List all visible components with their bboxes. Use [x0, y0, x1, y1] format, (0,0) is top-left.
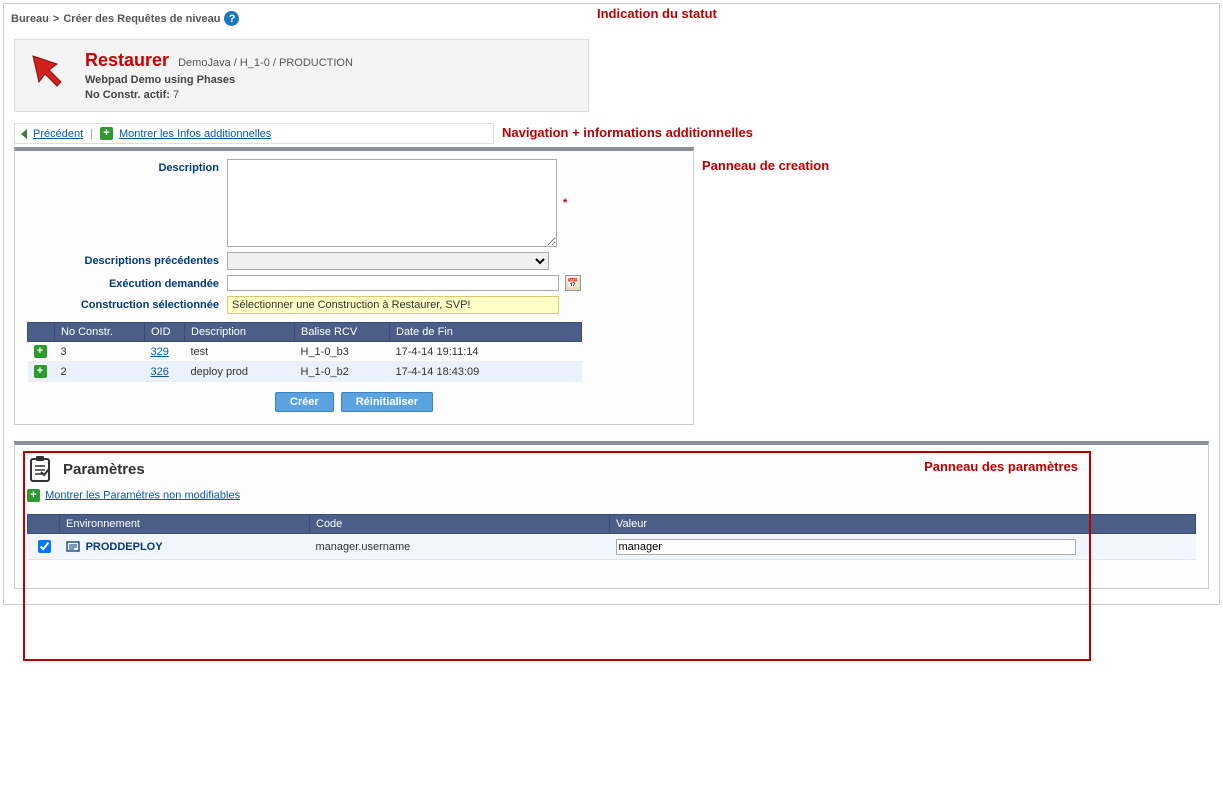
cell-no: 3	[55, 342, 145, 362]
cell-oid-link[interactable]: 326	[151, 366, 169, 378]
page-frame: Bureau > Créer des Requêtes de niveau ? …	[3, 3, 1220, 605]
annotation-creation: Panneau de creation	[694, 158, 829, 173]
restore-arrow-icon	[27, 50, 67, 90]
breadcrumb-part2: Créer des Requêtes de niveau	[63, 13, 220, 25]
status-panel: Restaurer DemoJava / H_1-0 / PRODUCTION …	[14, 39, 589, 112]
expand-plus-icon: +	[27, 489, 40, 502]
pth-value: Valeur	[610, 515, 1196, 534]
env-icon	[66, 540, 80, 554]
label-description: Description	[27, 159, 227, 174]
add-row-icon[interactable]: +	[34, 365, 47, 378]
param-code: manager.username	[310, 534, 610, 560]
params-table: Environnement Code Valeur PRODDEPLOY man…	[27, 514, 1196, 560]
label-prev-desc: Descriptions précédentes	[27, 252, 227, 267]
show-additional-info-link[interactable]: Montrer les Infos additionnelles	[119, 128, 271, 140]
annotation-status: Indication du statut	[589, 6, 717, 21]
sel-constr-warning: Sélectionner une Construction à Restaure…	[227, 296, 559, 314]
th-no: No Constr.	[55, 323, 145, 342]
status-title: Restaurer	[85, 50, 169, 70]
params-title: Paramètres	[63, 461, 145, 478]
exec-input[interactable]	[227, 275, 559, 291]
th-desc: Description	[185, 323, 295, 342]
nav-bar: Précédent | + Montrer les Infos addition…	[14, 123, 494, 144]
label-exec: Exécution demandée	[27, 275, 227, 290]
th-add	[28, 323, 55, 342]
th-oid: OID	[145, 323, 185, 342]
pth-env: Environnement	[60, 515, 310, 534]
pth-check	[28, 515, 60, 534]
pth-code: Code	[310, 515, 610, 534]
status-subtitle: Webpad Demo using Phases	[85, 74, 235, 86]
constructions-table: No Constr. OID Description Balise RCV Da…	[27, 322, 582, 382]
th-end: Date de Fin	[390, 323, 582, 342]
cell-no: 2	[55, 362, 145, 382]
th-tag: Balise RCV	[295, 323, 390, 342]
cell-end: 17-4-14 18:43:09	[390, 362, 582, 382]
status-path: DemoJava / H_1-0 / PRODUCTION	[178, 57, 353, 69]
param-value-input[interactable]	[616, 539, 1076, 555]
back-arrow-icon	[21, 129, 27, 139]
cell-desc: deploy prod	[185, 362, 295, 382]
params-row: PRODDEPLOY manager.username	[28, 534, 1196, 560]
cell-tag: H_1-0_b2	[295, 362, 390, 382]
calendar-icon[interactable]: 📅	[565, 275, 581, 291]
cell-desc: test	[185, 342, 295, 362]
table-row: + 3 329 test H_1-0_b3 17-4-14 19:11:14	[28, 342, 582, 362]
clipboard-icon	[27, 455, 53, 483]
show-readonly-params-link[interactable]: Montrer les Paramètres non modifiables	[45, 489, 240, 501]
status-constr-label: No Constr. actif:	[85, 89, 170, 101]
param-row-checkbox[interactable]	[38, 540, 51, 553]
breadcrumb-part1: Bureau	[11, 13, 49, 25]
back-link[interactable]: Précédent	[33, 128, 83, 140]
create-button[interactable]: Créer	[275, 392, 334, 412]
reset-button[interactable]: Réinitialiser	[341, 392, 433, 412]
breadcrumb-sep: >	[53, 13, 59, 25]
required-marker: *	[563, 197, 567, 209]
table-row: + 2 326 deploy prod H_1-0_b2 17-4-14 18:…	[28, 362, 582, 382]
status-constr-value: 7	[173, 89, 179, 101]
annotation-nav: Navigation + informations additionnelles	[494, 125, 753, 140]
annotation-params: Panneau des paramètres	[924, 459, 1078, 474]
cell-oid-link[interactable]: 329	[151, 346, 169, 358]
description-textarea[interactable]	[227, 159, 557, 247]
help-icon[interactable]: ?	[224, 11, 239, 26]
cell-tag: H_1-0_b3	[295, 342, 390, 362]
label-sel-constr: Construction sélectionnée	[27, 296, 227, 311]
creation-panel: Description * Descriptions précédentes E…	[14, 147, 694, 425]
param-env: PRODDEPLOY	[86, 540, 163, 552]
expand-plus-icon: +	[100, 127, 113, 140]
prev-desc-select[interactable]	[227, 252, 549, 270]
add-row-icon[interactable]: +	[34, 345, 47, 358]
nav-separator: |	[90, 128, 93, 140]
params-panel: Panneau des paramètres Paramètres + Mont…	[14, 441, 1209, 589]
cell-end: 17-4-14 19:11:14	[390, 342, 582, 362]
